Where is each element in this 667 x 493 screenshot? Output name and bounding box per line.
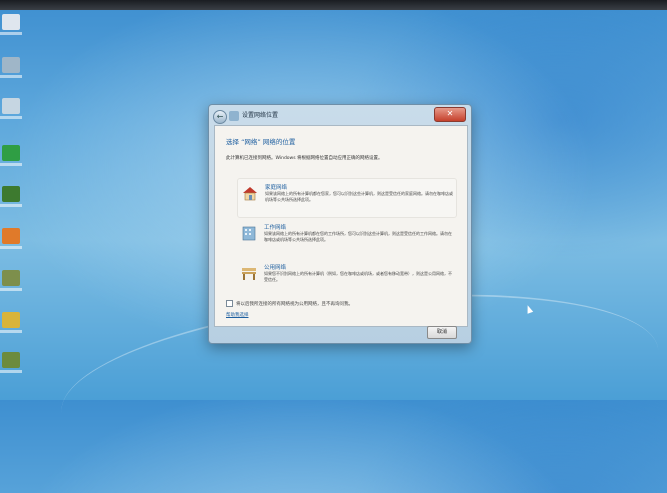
desktop-icon-app-p[interactable] xyxy=(0,226,26,252)
app-6-icon xyxy=(2,312,20,328)
close-button[interactable]: ✕ xyxy=(434,107,466,122)
treat-all-public-checkbox[interactable] xyxy=(226,300,233,307)
app-p-icon xyxy=(2,228,20,244)
titlebar: ← 设置网络位置 ✕ xyxy=(209,105,471,125)
network-icon xyxy=(2,57,20,73)
work-network-icon xyxy=(242,226,256,241)
option-title: 公用网络 xyxy=(264,265,287,271)
recycle-bin-icon xyxy=(2,98,20,114)
network-location-icon xyxy=(229,111,239,121)
cancel-button[interactable]: 取消 xyxy=(427,326,457,339)
app-w-icon xyxy=(2,186,20,202)
desktop-icon-recycle-bin[interactable] xyxy=(0,96,26,122)
close-icon: ✕ xyxy=(446,109,454,118)
checkbox-label: 将以后我所连接的所有网络视为公用网络，且不再询问我。 xyxy=(236,302,353,307)
desktop-icon-app-s[interactable] xyxy=(0,143,26,169)
treat-all-public-checkbox-row[interactable]: 将以后我所连接的所有网络视为公用网络，且不再询问我。 xyxy=(226,300,353,307)
option-description: 如果您不识别网络上的所有计算机（例如，您在咖啡店或机场，或者您有移动宽带），则这… xyxy=(264,271,452,282)
desktop-icon-computer[interactable] xyxy=(0,12,26,38)
option-description: 如果该网络上的所有计算机都在您的工作场所，您可以识别这些计算机，则这是受信任的工… xyxy=(264,231,452,242)
option-public-network[interactable]: 公用网络 如果您不识别网络上的所有计算机（例如，您在咖啡店或机场，或者您有移动宽… xyxy=(237,259,455,297)
app-s-icon xyxy=(2,145,20,161)
desktop-icon-app-6[interactable] xyxy=(0,310,26,336)
monitor-bezel xyxy=(0,0,667,10)
desktop-icon-network[interactable] xyxy=(0,55,26,81)
help-me-choose-link[interactable]: 帮助我选择 xyxy=(226,312,249,318)
page-description: 此计算机已连接到网络。Windows 将根据网络位置自动应用正确的网络设置。 xyxy=(226,156,383,161)
desktop-icon-app-7[interactable] xyxy=(0,350,26,376)
window-title: 设置网络位置 xyxy=(242,112,279,119)
set-network-location-window: ← 设置网络位置 ✕ 选择 “网络” 网络的位置 此计算机已连接到网络。Wind… xyxy=(208,104,472,344)
back-arrow-icon[interactable]: ← xyxy=(213,110,227,124)
app-7-icon xyxy=(2,352,20,368)
public-network-icon xyxy=(242,268,256,280)
option-home-network[interactable]: 家庭网络 如果该网络上的所有计算机都在您家，您可以识别这些计算机，则这是受信任的… xyxy=(237,178,457,218)
desktop-icon-app-5[interactable] xyxy=(0,268,26,294)
option-title: 家庭网络 xyxy=(265,185,288,191)
option-work-network[interactable]: 工作网络 如果该网络上的所有计算机都在您的工作场所，您可以识别这些计算机，则这是… xyxy=(237,219,455,257)
dialog-content: 选择 “网络” 网络的位置 此计算机已连接到网络。Windows 将根据网络位置… xyxy=(214,125,468,327)
home-network-icon xyxy=(243,187,257,201)
option-title: 工作网络 xyxy=(264,225,287,231)
app-5-icon xyxy=(2,270,20,286)
desktop-icon-app-w[interactable] xyxy=(0,184,26,210)
computer-icon xyxy=(2,14,20,30)
page-title: 选择 “网络” 网络的位置 xyxy=(226,138,296,146)
option-description: 如果该网络上的所有计算机都在您家，您可以识别这些计算机，则这是受信任的家庭网络。… xyxy=(265,191,453,202)
